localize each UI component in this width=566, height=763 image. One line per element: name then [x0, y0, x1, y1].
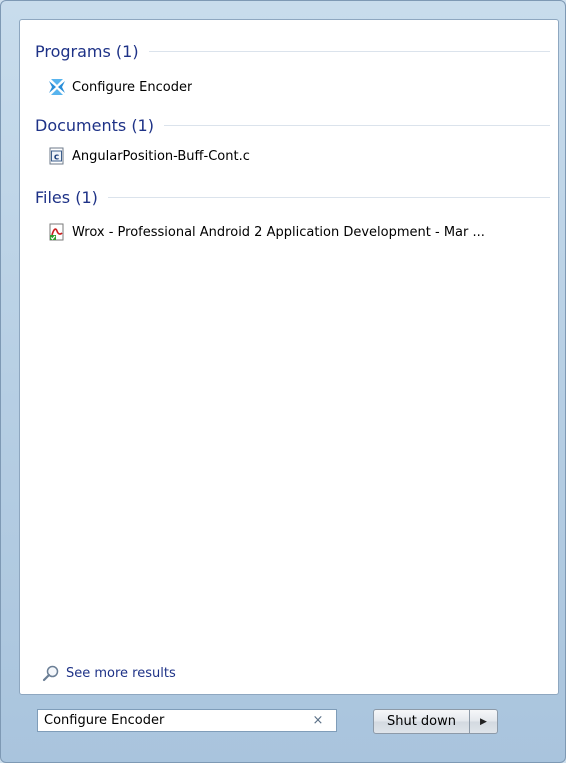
result-label: AngularPosition-Buff-Cont.c [72, 148, 250, 164]
group-divider [148, 50, 550, 52]
see-more-label: See more results [66, 665, 176, 681]
result-label: Configure Encoder [72, 79, 193, 95]
group-header-programs: Programs (1) [35, 38, 550, 64]
clear-search-button[interactable]: × [308, 713, 328, 728]
result-item-angularposition[interactable]: c AngularPosition-Buff-Cont.c [48, 144, 548, 168]
svg-text:c: c [54, 153, 59, 163]
search-results-panel: Programs (1) Configure Encoder Documents… [19, 19, 559, 695]
group-title-documents[interactable]: Documents (1) [35, 116, 164, 135]
bottom-bar: × Shut down ▶ [19, 695, 559, 755]
result-label: Wrox - Professional Android 2 Applicatio… [72, 224, 485, 240]
configure-encoder-icon [48, 78, 66, 96]
group-divider [163, 124, 550, 126]
search-box[interactable]: × [37, 709, 337, 732]
pdf-file-icon [48, 223, 66, 241]
shutdown-options-arrow-icon[interactable]: ▶ [470, 709, 498, 734]
group-header-documents: Documents (1) [35, 112, 550, 138]
result-item-wrox-pdf[interactable]: Wrox - Professional Android 2 Applicatio… [48, 220, 553, 244]
group-header-files: Files (1) [35, 184, 550, 210]
group-title-programs[interactable]: Programs (1) [35, 42, 149, 61]
shutdown-group: Shut down ▶ [373, 709, 498, 734]
start-menu-frame: Programs (1) Configure Encoder Documents… [0, 0, 566, 763]
search-icon [42, 664, 60, 682]
group-divider [107, 196, 550, 198]
c-file-icon: c [48, 147, 66, 165]
shutdown-button[interactable]: Shut down [373, 709, 470, 734]
result-item-configure-encoder[interactable]: Configure Encoder [48, 75, 548, 99]
group-title-files[interactable]: Files (1) [35, 188, 108, 207]
search-input[interactable] [38, 710, 308, 731]
see-more-results-link[interactable]: See more results [42, 662, 176, 684]
